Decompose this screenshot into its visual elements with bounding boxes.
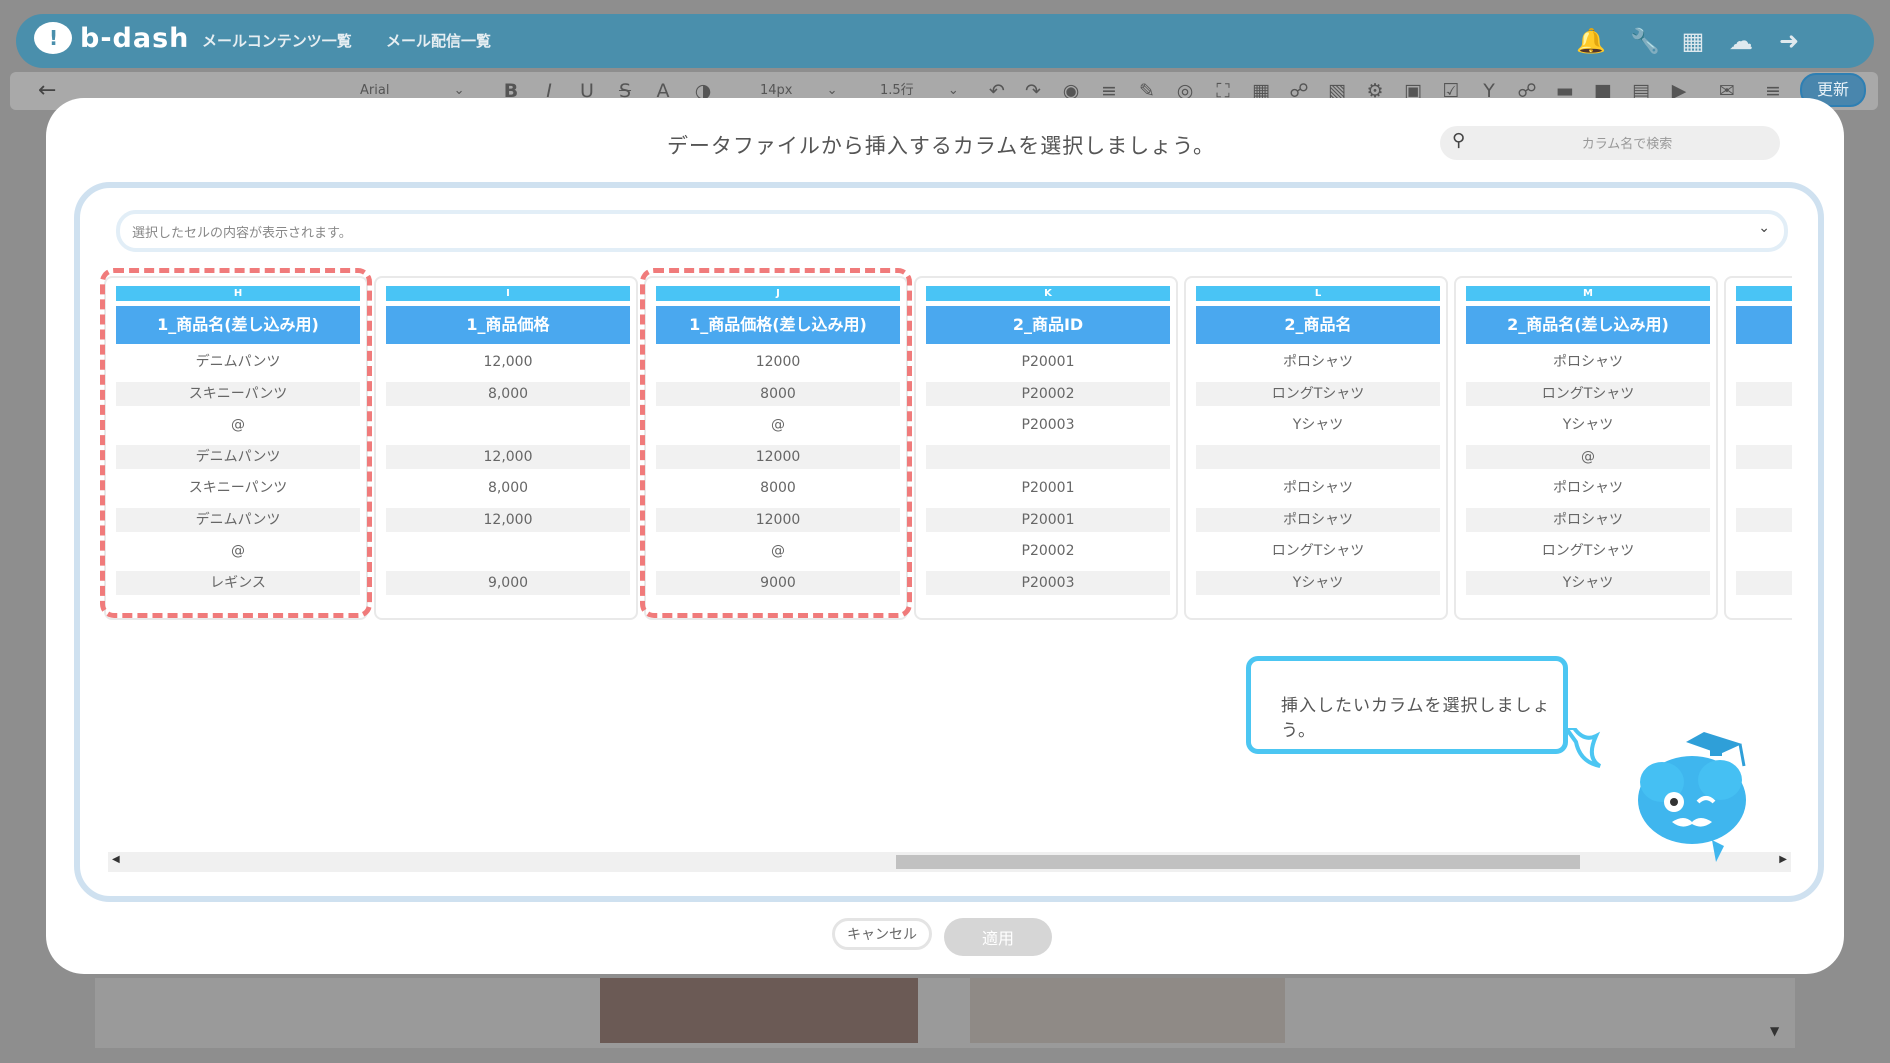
logo-bubble-icon: ! [34, 22, 72, 54]
table-cell[interactable] [1736, 570, 1792, 595]
cell-preview-placeholder: 選択したセルの内容が表示されます。 [132, 226, 352, 241]
column-l[interactable]: L 2_商品名 ポロシャツ ロングTシャツ Yシャツ ポロシャツ ポロシャツ ロ… [1184, 276, 1448, 620]
table-cell[interactable]: 12,000 [386, 507, 630, 532]
apps-grid-icon[interactable]: ▦ [1676, 24, 1710, 58]
hint-bubble: 挿入したいカラムを選択しましょう。 [1246, 656, 1568, 754]
mascot-icon [1638, 732, 1746, 862]
column-panel: 選択したセルの内容が表示されます。 ⌄ H 1_商品名(差し込み用) デニムパン… [74, 182, 1824, 902]
scroll-right-icon[interactable]: ▶ [1779, 854, 1787, 865]
table-cell[interactable]: ポロシャツ [1196, 350, 1440, 374]
table-cell[interactable]: ポロシャツ [1466, 350, 1710, 374]
bell-icon[interactable]: 🔔 [1574, 24, 1608, 58]
table-cell[interactable]: 9,000 [386, 570, 630, 595]
table-cell[interactable] [1736, 507, 1792, 532]
back-arrow-icon[interactable]: ← [38, 78, 56, 103]
editor-canvas [95, 978, 1795, 1048]
table-cell[interactable] [1736, 444, 1792, 469]
nav-mail-contents[interactable]: メールコンテンツ一覧 [202, 30, 352, 51]
table-cell[interactable]: Yシャツ [1466, 413, 1710, 437]
column-letter: L [1196, 286, 1440, 301]
scroll-left-icon[interactable]: ◀ [112, 854, 120, 865]
table-cell[interactable]: P20003 [926, 413, 1170, 437]
preview-image-2 [970, 978, 1285, 1043]
preview-image-1 [600, 978, 918, 1043]
search-icon: ⚲ [1452, 130, 1466, 151]
table-cell[interactable]: Yシャツ [1466, 570, 1710, 595]
table-cell[interactable]: 8,000 [386, 381, 630, 406]
chevron-down-icon[interactable]: ▼ [1770, 1024, 1779, 1038]
column-select-modal: データファイルから挿入するカラムを選択しましょう。 ⚲ 選択したセルの内容が表示… [46, 98, 1844, 974]
bubble-tail [1566, 728, 1602, 768]
table-cell[interactable] [1736, 539, 1792, 563]
column-letter: K [926, 286, 1170, 301]
column-i[interactable]: I 1_商品価格 12,000 8,000 12,000 8,000 12,00… [374, 276, 638, 620]
table-cell[interactable]: ロングTシャツ [1466, 539, 1710, 563]
hint-text: 挿入したいカラムを選択しましょう。 [1281, 696, 1551, 741]
table-cell[interactable]: ポロシャツ [1466, 476, 1710, 500]
wrench-icon[interactable]: 🔧 [1628, 24, 1662, 58]
column-highlight-j [640, 268, 912, 618]
horizontal-scrollbar[interactable]: ◀ ▶ [108, 852, 1791, 872]
table-cell[interactable]: ロングTシャツ [1196, 539, 1440, 563]
table-cell[interactable] [1736, 350, 1792, 374]
table-cell[interactable]: P20002 [926, 539, 1170, 563]
column-search[interactable]: ⚲ [1440, 126, 1780, 160]
table-cell[interactable] [1736, 413, 1792, 437]
table-cell[interactable]: ポロシャツ [1196, 507, 1440, 532]
table-cell[interactable] [1736, 381, 1792, 406]
table-cell[interactable]: P20002 [926, 381, 1170, 406]
table-cell[interactable]: 12,000 [386, 444, 630, 469]
cell-preview-field[interactable]: 選択したセルの内容が表示されます。 ⌄ [116, 210, 1788, 252]
top-navigation: ! b-dash メールコンテンツ一覧 メール配信一覧 🔔 🔧 ▦ ☁ ➜ [16, 14, 1874, 68]
table-cell[interactable]: P20001 [926, 507, 1170, 532]
table-cell[interactable]: P20001 [926, 476, 1170, 500]
table-cell[interactable] [386, 413, 630, 437]
table-cell[interactable]: Yシャツ [1196, 570, 1440, 595]
table-cell[interactable]: 12,000 [386, 350, 630, 374]
column-header[interactable]: 2_商品名(差し込み用) [1466, 306, 1710, 344]
column-highlight-h [100, 268, 372, 618]
table-cell[interactable]: P20003 [926, 570, 1170, 595]
table-cell[interactable] [1196, 444, 1440, 469]
table-cell[interactable]: ポロシャツ [1196, 476, 1440, 500]
column-k[interactable]: K 2_商品ID P20001 P20002 P20003 P20001 P20… [914, 276, 1178, 620]
table-cell[interactable]: ロングTシャツ [1466, 381, 1710, 406]
nav-mail-delivery[interactable]: メール配信一覧 [386, 30, 491, 51]
column-search-input[interactable] [1490, 132, 1764, 156]
table-cell[interactable] [386, 539, 630, 563]
table-cell[interactable]: @ [1466, 444, 1710, 469]
mascot-icon[interactable]: ☁ [1724, 24, 1758, 58]
column-letter: M [1466, 286, 1710, 301]
table-cell[interactable]: ロングTシャツ [1196, 381, 1440, 406]
apply-button[interactable]: 適用 [944, 918, 1052, 956]
logo-text: b-dash [80, 22, 190, 54]
column-n[interactable] [1724, 276, 1792, 620]
column-header[interactable] [1736, 306, 1792, 344]
table-cell[interactable]: P20001 [926, 350, 1170, 374]
column-header[interactable]: 2_商品名 [1196, 306, 1440, 344]
table-cell[interactable]: ポロシャツ [1466, 507, 1710, 532]
column-header[interactable]: 2_商品ID [926, 306, 1170, 344]
chevron-down-icon[interactable]: ⌄ [1758, 220, 1770, 236]
logout-icon[interactable]: ➜ [1772, 24, 1806, 58]
column-header[interactable]: 1_商品価格 [386, 306, 630, 344]
table-cell[interactable]: 8,000 [386, 476, 630, 500]
logo[interactable]: ! b-dash [34, 22, 189, 54]
table-cell[interactable] [1736, 476, 1792, 500]
scroll-thumb[interactable] [896, 855, 1580, 869]
column-letter: I [386, 286, 630, 301]
column-m[interactable]: M 2_商品名(差し込み用) ポロシャツ ロングTシャツ Yシャツ @ ポロシャ… [1454, 276, 1718, 620]
table-cell[interactable]: Yシャツ [1196, 413, 1440, 437]
column-letter [1736, 286, 1792, 301]
table-cell[interactable] [926, 444, 1170, 469]
cancel-button[interactable]: キャンセル [832, 918, 932, 950]
